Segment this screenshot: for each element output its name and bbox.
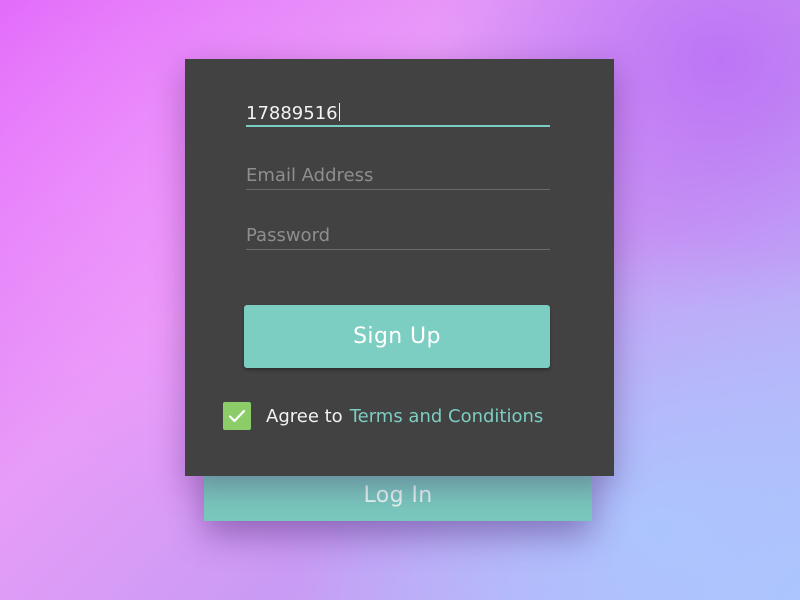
check-icon — [228, 409, 246, 423]
email-underline — [246, 189, 550, 190]
password-placeholder: Password — [246, 225, 331, 246]
signup-label: Sign Up — [353, 324, 441, 349]
username-field[interactable]: 17889516 — [246, 103, 550, 127]
signup-card: 17889516 Email Address Password Sign Up … — [185, 59, 614, 476]
password-underline — [246, 249, 550, 250]
agree-text: Agree to — [266, 405, 343, 427]
agree-checkbox[interactable] — [223, 402, 251, 430]
text-caret — [338, 103, 340, 121]
signup-button[interactable]: Sign Up — [244, 305, 550, 368]
username-value: 17889516 — [246, 103, 338, 124]
password-field[interactable]: Password — [246, 225, 550, 250]
terms-link[interactable]: Terms and Conditions — [350, 406, 544, 427]
login-label: Log In — [363, 482, 433, 508]
email-field[interactable]: Email Address — [246, 165, 550, 190]
username-underline — [246, 125, 550, 127]
email-placeholder: Email Address — [246, 165, 374, 186]
agree-row: Agree to Terms and Conditions — [223, 402, 543, 430]
